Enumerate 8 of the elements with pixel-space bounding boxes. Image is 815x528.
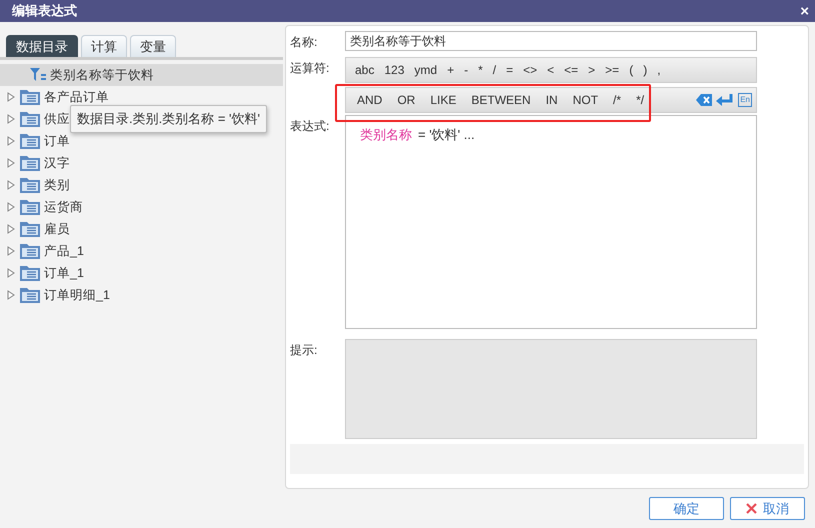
name-label: 名称:: [290, 34, 318, 51]
expression-text: = '饮料' ...: [418, 127, 475, 142]
tooltip: 数据目录.类别.类别名称 = '饮料': [70, 105, 268, 133]
expression-label: 表达式:: [290, 118, 330, 135]
field-token: 类别名称: [360, 127, 412, 142]
hint-label: 提示:: [290, 342, 318, 359]
window-title: 编辑表达式: [12, 2, 77, 20]
operators-label: 运算符:: [290, 60, 330, 77]
